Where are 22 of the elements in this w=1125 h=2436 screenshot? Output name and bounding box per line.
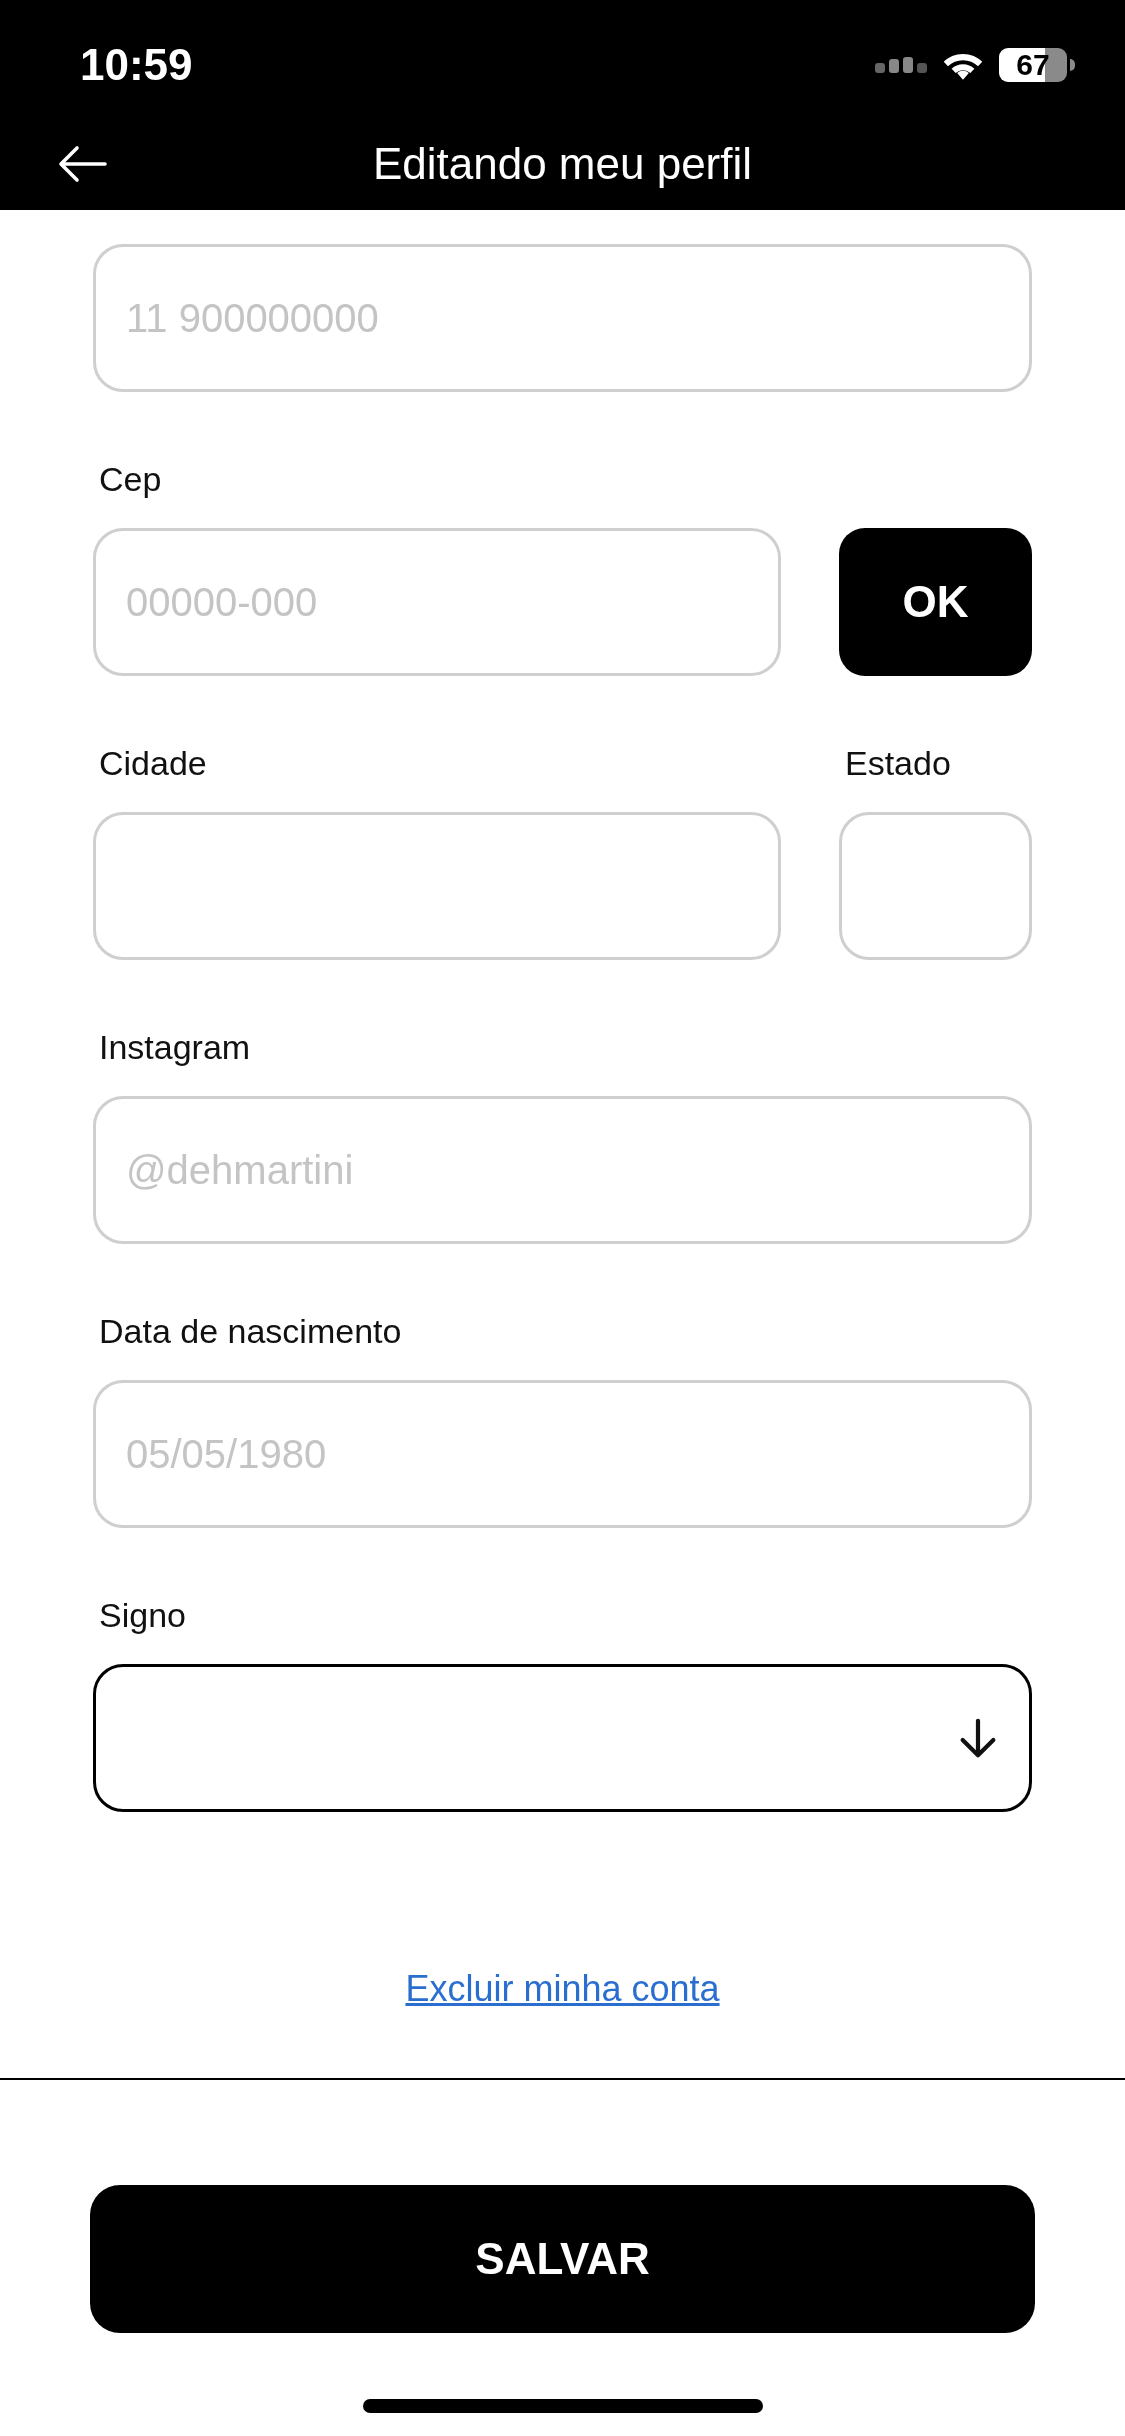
arrow-left-icon (57, 144, 107, 184)
field-label: Cidade (98, 743, 208, 784)
ok-button[interactable]: OK (839, 528, 1032, 676)
battery-tip-icon (1070, 59, 1075, 71)
field-label: Cep (98, 459, 163, 500)
text-field[interactable]: 05/05/1980 (93, 1380, 1032, 1528)
field-label: Instagram (98, 1027, 252, 1068)
signal-icon (875, 55, 927, 75)
save-button[interactable]: SALVAR (90, 2185, 1035, 2333)
text-field[interactable] (839, 812, 1032, 960)
page-title: Editando meu perfil (372, 138, 753, 190)
field-label: Signo (98, 1595, 187, 1636)
field-label: Estado (844, 743, 952, 784)
text-field[interactable] (93, 812, 781, 960)
delete-account-link[interactable]: Excluir minha conta (405, 1967, 720, 2011)
text-field[interactable]: 11 900000000 (93, 244, 1032, 392)
text-field[interactable]: 00000-000 (93, 528, 781, 676)
text-field[interactable]: @dehmartini (93, 1096, 1032, 1244)
dropdown-field[interactable] (93, 1664, 1032, 1812)
status-time: 10:59 (80, 39, 193, 91)
battery-icon: 67 (999, 48, 1067, 82)
field-label: Data de nascimento (98, 1311, 403, 1352)
